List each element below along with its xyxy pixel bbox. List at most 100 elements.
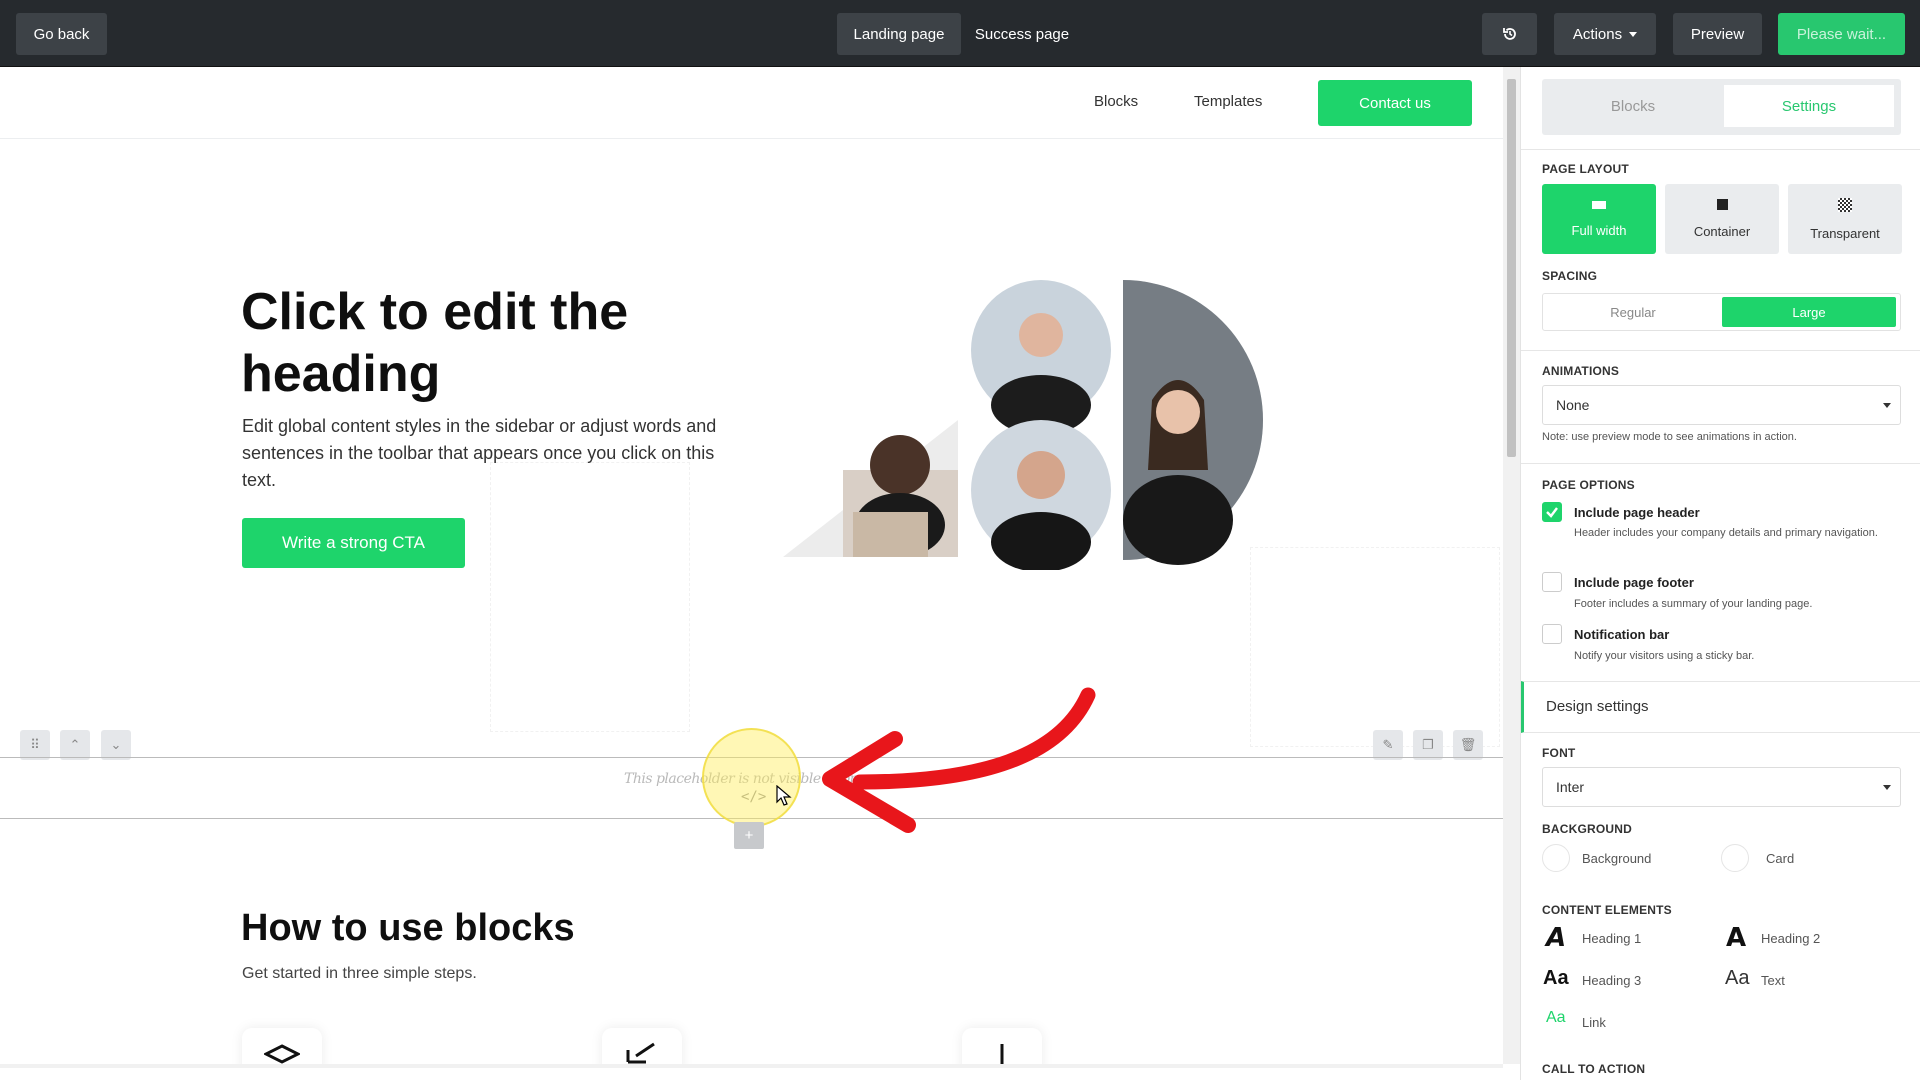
content-elements-label: CONTENT ELEMENTS [1542,903,1672,917]
tab-settings[interactable]: Settings [1724,85,1894,127]
plus-icon [1000,1044,1004,1064]
divider [1521,149,1920,150]
hero-cta-button[interactable]: Write a strong CTA [242,518,465,568]
delete-block-button[interactable]: 🗑 [1453,730,1483,760]
spacing-regular-option[interactable]: Regular [1546,297,1720,327]
actions-dropdown-button[interactable]: Actions [1554,13,1656,55]
section-heading[interactable]: How to use blocks [241,907,575,950]
swatch-label: Card [1766,851,1795,866]
layout-transparent-button[interactable]: Transparent [1788,184,1902,254]
content-element-label[interactable]: Link [1582,1015,1606,1030]
pencil-icon: ✎ [1382,737,1394,752]
step-card [962,1028,1042,1068]
background-pattern [1250,547,1500,747]
red-arrow-annotation [822,687,1096,833]
notification-bar-checkbox[interactable] [1542,624,1562,644]
trash-icon: 🗑 [1459,737,1477,752]
card-color-swatch[interactable] [1721,844,1749,872]
layout-container-button[interactable]: Container [1665,184,1779,254]
option-title: Include page footer [1574,575,1694,590]
design-settings-section[interactable]: Design settings [1521,681,1920,733]
chevron-up-icon: ⌃ [69,737,81,752]
publish-button[interactable]: Please wait... [1778,13,1905,55]
include-footer-checkbox[interactable] [1542,572,1562,592]
duplicate-block-button[interactable]: ❐ [1413,730,1443,760]
layers-icon [264,1044,300,1064]
heading-3-icon[interactable]: Aa [1543,967,1569,990]
settings-sidebar: Blocks Settings PAGE LAYOUT Full width C… [1520,67,1920,1080]
background-label: BACKGROUND [1542,822,1632,836]
option-title: Notification bar [1574,627,1670,642]
include-header-checkbox[interactable] [1542,502,1562,522]
hero-text[interactable]: Edit global content styles in the sideba… [242,413,732,494]
checkerboard-icon [1838,197,1852,212]
hero-heading[interactable]: Click to edit the heading [241,281,801,405]
spacing-large-option[interactable]: Large [1722,297,1896,327]
nav-link-blocks[interactable]: Blocks [1094,93,1138,110]
chevron-down-icon: ⌄ [110,737,122,752]
font-value: Inter [1556,779,1585,795]
font-select[interactable]: Inter [1542,767,1901,807]
swatch-label: Background [1582,851,1652,866]
background-pattern [490,462,690,732]
move-down-button[interactable]: ⌄ [101,730,131,760]
history-button[interactable] [1482,13,1537,55]
history-icon [1502,28,1516,40]
animations-value: None [1556,397,1590,413]
cursor-highlight [702,728,801,827]
contact-us-button[interactable]: Contact us [1318,80,1472,126]
spacing-toggle: Regular Large [1542,293,1901,331]
drag-handle[interactable]: ⠿ [20,730,50,760]
move-up-button[interactable]: ⌃ [60,730,90,760]
container-icon [1716,199,1728,210]
tab-blocks[interactable]: Blocks [1548,85,1718,127]
tab-landing-page[interactable]: Landing page [837,13,961,55]
caret-down-icon [1629,31,1638,37]
layout-label: Transparent [1810,225,1880,241]
edit-icon [626,1042,655,1064]
link-style-icon[interactable]: Aa [1546,1009,1566,1027]
step-card [242,1028,322,1068]
layout-label: Full width [1571,222,1627,238]
option-description: Header includes your company details and… [1574,527,1878,539]
layout-full-width-button[interactable]: Full width [1542,184,1656,254]
content-element-label[interactable]: Heading 1 [1582,931,1641,946]
divider [1521,350,1920,351]
spacing-label: SPACING [1542,269,1598,283]
text-style-icon[interactable]: Aa [1725,967,1749,990]
animations-note: Note: use preview mode to see animations… [1542,431,1797,443]
background-color-swatch[interactable] [1542,844,1570,872]
caret-down-icon [1883,785,1891,790]
check-icon [1546,507,1558,518]
vertical-scrollbar[interactable] [1503,67,1520,1064]
edit-block-button[interactable]: ✎ [1373,730,1403,760]
section-subtitle[interactable]: Get started in three simple steps. [242,965,477,983]
nav-link-templates[interactable]: Templates [1194,93,1262,110]
grip-icon: ⠿ [30,737,40,752]
scrollbar-thumb[interactable] [1507,79,1516,457]
editor-topbar: Go back Landing page Success page Action… [0,0,1920,67]
go-back-button[interactable]: Go back [16,13,107,55]
actions-label: Actions [1572,25,1623,43]
animations-label: ANIMATIONS [1542,364,1620,378]
mouse-cursor-icon [776,785,792,806]
horizontal-scrollbar[interactable] [0,1064,1503,1068]
tab-success-page[interactable]: Success page [967,13,1077,55]
hero-image-collage[interactable] [783,280,1263,570]
call-to-action-label: CALL TO ACTION [1542,1062,1646,1076]
content-element-label[interactable]: Heading 3 [1582,973,1641,988]
heading-1-icon[interactable]: A [1546,923,1566,953]
copy-icon: ❐ [1422,737,1434,752]
full-width-icon [1592,200,1606,209]
add-block-button[interactable]: + [734,822,764,849]
content-element-label[interactable]: Heading 2 [1761,931,1820,946]
page-options-label: PAGE OPTIONS [1542,478,1635,492]
font-label: FONT [1542,746,1576,760]
step-card [602,1028,682,1068]
animations-select[interactable]: None [1542,385,1901,425]
sidebar-tabs: Blocks Settings [1542,79,1901,135]
preview-button[interactable]: Preview [1673,13,1762,55]
page-canvas: Blocks Templates Contact us Click to edi… [0,67,1503,1068]
heading-2-icon[interactable]: A [1726,923,1746,953]
content-element-label[interactable]: Text [1761,973,1785,988]
